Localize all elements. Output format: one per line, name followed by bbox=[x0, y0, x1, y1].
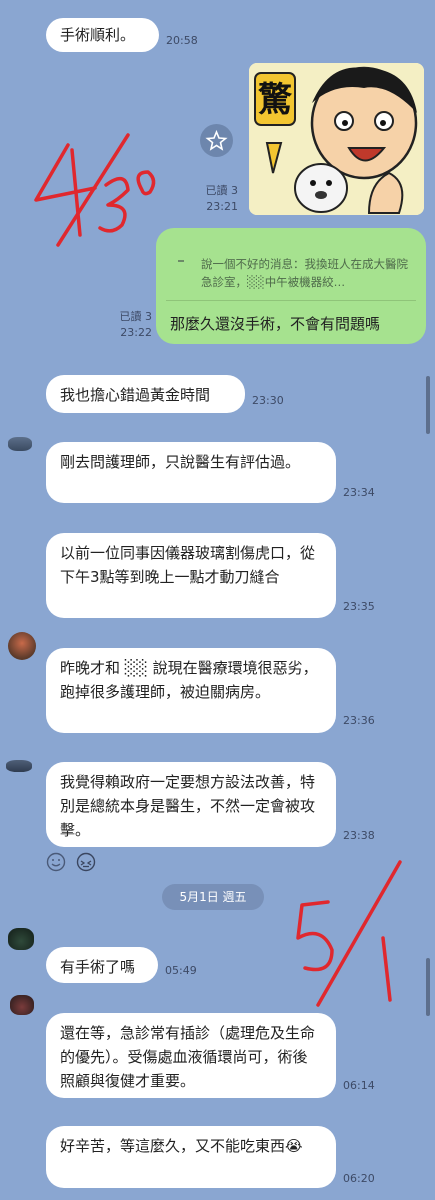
handwritten-date-bottom bbox=[296, 860, 402, 1007]
read-receipt: 已讀 3 bbox=[119, 310, 153, 323]
message-time: 23:38 bbox=[343, 829, 375, 842]
add-reaction-button[interactable] bbox=[46, 852, 66, 872]
star-icon bbox=[205, 129, 228, 151]
message-text: 那麼久還沒手術，不會有問題嗎 bbox=[170, 315, 381, 333]
message-text: 剛去問護理師，只說醫生有評估過。 bbox=[60, 453, 301, 471]
avatar[interactable] bbox=[10, 995, 34, 1015]
quoted-message: 說一個不好的消息：我換班人在成大醫院急診室，░░中午被機器絞… bbox=[201, 257, 408, 289]
scrollbar-thumb[interactable] bbox=[426, 376, 430, 434]
date-separator: 5月1日 週五 bbox=[162, 884, 264, 910]
avatar[interactable] bbox=[8, 632, 36, 660]
message-text: 還在等，急診常有插診（處理危及生命的優先）。受傷處血液循環尚可，術後照顧與復健才… bbox=[60, 1024, 316, 1090]
message-bubble[interactable]: 以前一位同事因儀器玻璃割傷虎口，從下午3點等到晚上一點才動刀縫合 bbox=[46, 533, 336, 618]
message-bubble[interactable]: 剛去問護理師，只說醫生有評估過。 bbox=[46, 442, 336, 503]
message-time: 20:58 bbox=[166, 34, 198, 47]
avatar[interactable] bbox=[6, 760, 32, 772]
message-time: 05:49 bbox=[165, 964, 197, 977]
message-text: 昨晚才和 ░░ 說現在醫療環境很惡劣，跑掉很多護理師，被迫關病房。 bbox=[60, 659, 318, 701]
message-bubble[interactable]: 還在等，急診常有插診（處理危及生命的優先）。受傷處血液循環尚可，術後照顧與復健才… bbox=[46, 1013, 336, 1098]
message-time: 06:14 bbox=[343, 1079, 375, 1092]
message-text: 我覺得賴政府一定要想方設法改善，特別是總統本身是醫生，不然一定會被攻擊。 bbox=[60, 773, 316, 839]
sticker-caption: 驚 bbox=[258, 80, 293, 120]
message-time: 23:36 bbox=[343, 714, 375, 727]
handwritten-date-top bbox=[34, 133, 156, 247]
message-bubble[interactable]: 昨晚才和 ░░ 說現在醫療環境很惡劣，跑掉很多護理師，被迫關病房。 bbox=[46, 648, 336, 733]
message-bubble[interactable]: 手術順利。 bbox=[46, 18, 159, 52]
scrollbar-thumb[interactable] bbox=[426, 958, 430, 1016]
quote-reply-icon bbox=[178, 260, 184, 262]
message-time: 23:21 bbox=[206, 200, 238, 213]
emoji-react-icon bbox=[76, 852, 96, 872]
message-text: 我也擔心錯過黃金時間 bbox=[60, 386, 211, 404]
avatar[interactable] bbox=[8, 437, 32, 451]
favorite-sticker-button[interactable] bbox=[200, 124, 233, 157]
message-time: 23:34 bbox=[343, 486, 375, 499]
message-text: 有手術了嗎 bbox=[60, 958, 136, 976]
avatar[interactable] bbox=[8, 928, 34, 950]
message-bubble[interactable]: 我覺得賴政府一定要想方設法改善，特別是總統本身是醫生，不然一定會被攻擊。 bbox=[46, 762, 336, 847]
chat-screen: { "colors": {"background": "#8aa6d1", "i… bbox=[0, 0, 435, 1200]
message-text: 好辛苦，等這麼久，又不能吃東西😭 bbox=[60, 1137, 303, 1155]
quote-divider bbox=[166, 300, 416, 301]
message-time: 23:35 bbox=[343, 600, 375, 613]
message-bubble[interactable]: 有手術了嗎 bbox=[46, 947, 158, 983]
sticker-image: 驚 bbox=[249, 63, 424, 215]
reaction-emoji[interactable] bbox=[76, 852, 96, 872]
message-bubble[interactable]: 好辛苦，等這麼久，又不能吃東西😭 bbox=[46, 1126, 336, 1188]
smile-icon bbox=[46, 852, 66, 872]
message-time: 23:22 bbox=[120, 326, 152, 339]
message-time: 23:30 bbox=[252, 394, 284, 407]
message-bubble[interactable]: 我也擔心錯過黃金時間 bbox=[46, 375, 245, 413]
message-time: 06:20 bbox=[343, 1172, 375, 1185]
sticker[interactable]: 驚 bbox=[249, 63, 424, 215]
message-text: 以前一位同事因儀器玻璃割傷虎口，從下午3點等到晚上一點才動刀縫合 bbox=[60, 544, 316, 586]
message-text: 手術順利。 bbox=[60, 26, 136, 44]
read-receipt: 已讀 3 bbox=[205, 184, 239, 197]
